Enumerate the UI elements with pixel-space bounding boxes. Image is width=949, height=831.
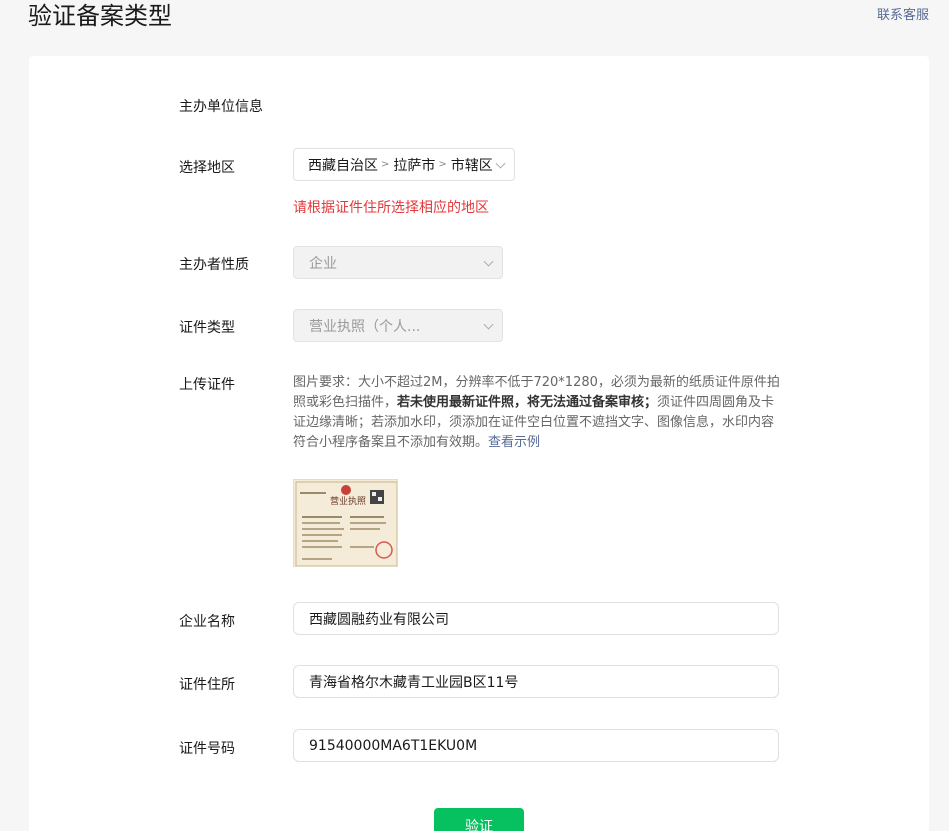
chevron-right-icon: >	[438, 159, 447, 170]
section-title: 主办单位信息	[179, 99, 263, 115]
certificate-address-label: 证件住所	[179, 677, 235, 693]
page: 验证备案类型 联系客服 主办单位信息 选择地区 西藏自治区 > 拉萨市 > 市辖…	[0, 0, 949, 831]
upload-requirements: 图片要求：大小不超过2M，分辨率不低于720*1280，必须为最新的纸质证件原件…	[293, 373, 785, 453]
form-card: 主办单位信息 选择地区 西藏自治区 > 拉萨市 > 市辖区 请根据证件住所选择相…	[29, 56, 929, 831]
company-name-label: 企业名称	[179, 614, 235, 630]
certificate-type-select: 营业执照（个人...	[293, 309, 503, 342]
business-license-image: 营业执照	[294, 480, 397, 566]
upload-desc-warning: 若未使用最新证件照，将无法通过备案审核；	[397, 395, 658, 410]
chevron-right-icon: >	[381, 159, 390, 170]
certificate-address-input[interactable]	[293, 665, 779, 698]
certificate-number-label: 证件号码	[179, 741, 235, 757]
uploaded-license-image[interactable]: 营业执照	[293, 479, 398, 567]
region-province: 西藏自治区	[308, 157, 378, 174]
certificate-type-value: 营业执照（个人...	[309, 318, 421, 335]
certificate-number-input[interactable]	[293, 729, 779, 762]
region-label: 选择地区	[179, 160, 235, 176]
svg-text:营业执照: 营业执照	[330, 495, 366, 507]
verify-button[interactable]: 验证	[434, 808, 524, 831]
organizer-type-label: 主办者性质	[179, 257, 249, 273]
certificate-type-label: 证件类型	[179, 320, 235, 336]
chevron-down-icon	[495, 158, 506, 169]
view-example-link[interactable]: 查看示例	[488, 435, 540, 450]
organizer-type-value: 企业	[309, 255, 337, 272]
region-select[interactable]: 西藏自治区 > 拉萨市 > 市辖区	[293, 148, 515, 181]
region-district: 市辖区	[450, 157, 493, 174]
region-city: 拉萨市	[393, 157, 436, 174]
upload-label: 上传证件	[179, 377, 235, 393]
chevron-down-icon	[483, 256, 494, 267]
company-name-input[interactable]	[293, 602, 779, 635]
chevron-down-icon	[483, 319, 494, 330]
page-title: 验证备案类型	[28, 2, 172, 30]
organizer-type-select: 企业	[293, 246, 503, 279]
region-hint: 请根据证件住所选择相应的地区	[293, 200, 489, 216]
contact-support-link[interactable]: 联系客服	[877, 4, 929, 23]
